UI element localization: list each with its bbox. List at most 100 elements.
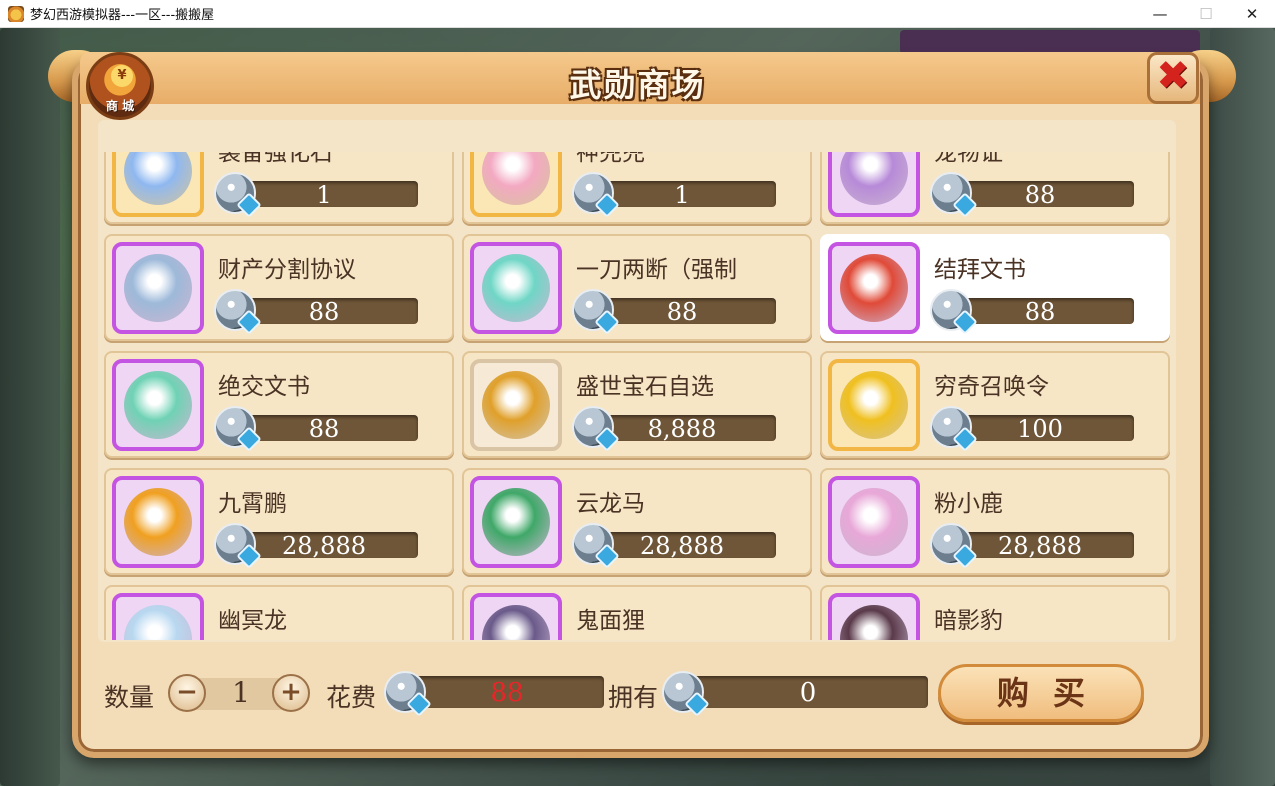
item-icon-frame [828, 476, 920, 568]
item-icon-frame [112, 593, 204, 640]
item-image-icon [482, 488, 550, 556]
item-list-viewport[interactable]: 装备强化石 1 神兜兜 1 宠物证 88 财产分割协议 88 一刀两断（强制 88 结拜文书 88 绝交… [104, 152, 1174, 640]
item-name: 结拜文书 [934, 257, 1026, 283]
scene-decoration [0, 28, 60, 786]
item-name: 云龙马 [576, 491, 645, 517]
shop-item-card[interactable]: 绝交文书 88 [104, 351, 454, 458]
item-image-icon [482, 371, 550, 439]
item-icon-frame [470, 476, 562, 568]
silver-gem-icon [930, 406, 972, 448]
item-name: 穷奇召唤令 [934, 374, 1049, 400]
item-icon-frame [828, 593, 920, 640]
item-image-icon [482, 254, 550, 322]
scene-decoration [900, 30, 1200, 54]
item-grid: 装备强化石 1 神兜兜 1 宠物证 88 财产分割协议 88 一刀两断（强制 88 结拜文书 88 绝交… [104, 152, 1174, 640]
item-image-icon [840, 254, 908, 322]
item-icon-frame [112, 359, 204, 451]
item-name: 九霄鹏 [218, 491, 287, 517]
item-icon-frame [112, 152, 204, 217]
maximize-button[interactable]: ☐ [1183, 0, 1229, 28]
app-icon [8, 5, 24, 22]
shop-item-card[interactable]: 结拜文书 88 [820, 234, 1170, 341]
item-icon-frame [828, 359, 920, 451]
silver-gem-icon [214, 523, 256, 565]
item-icon-frame [112, 242, 204, 334]
silver-gem-icon [662, 671, 704, 713]
item-name: 装备强化石 [218, 152, 333, 166]
mall-badge-icon: ¥ 商 城 [86, 52, 154, 120]
shop-item-card[interactable]: 云龙马 28,888 [462, 468, 812, 575]
item-icon-frame [470, 593, 562, 640]
silver-gem-icon [572, 406, 614, 448]
scene-decoration [1210, 28, 1275, 786]
coin-bag-icon: ¥ [111, 65, 133, 87]
shop-item-card[interactable]: 盛世宝石自选 8,888 [462, 351, 812, 458]
shop-item-card[interactable]: 暗影豹 [820, 585, 1170, 640]
item-icon-frame [828, 152, 920, 217]
item-image-icon [124, 371, 192, 439]
item-image-icon [482, 152, 550, 205]
item-name: 鬼面狸 [576, 608, 645, 634]
item-icon-frame [470, 359, 562, 451]
shop-item-card[interactable]: 财产分割协议 88 [104, 234, 454, 341]
silver-gem-icon [930, 172, 972, 214]
silver-gem-icon [930, 289, 972, 331]
silver-gem-icon [214, 406, 256, 448]
window-close-button[interactable]: ✕ [1229, 0, 1275, 28]
purchase-bar: 数量 − 1 + 花费 88 拥有 0 购买 [104, 664, 1164, 722]
shop-item-card[interactable]: 幽冥龙 [104, 585, 454, 640]
item-image-icon [840, 605, 908, 640]
item-name: 宠物证 [934, 152, 1003, 166]
shop-item-card[interactable]: 宠物证 88 [820, 152, 1170, 224]
owned-label: 拥有 [608, 683, 659, 712]
item-image-icon [124, 152, 192, 205]
quantity-minus-button[interactable]: − [168, 674, 206, 712]
owned-value: 0 [799, 678, 817, 708]
item-image-icon [840, 152, 908, 205]
silver-gem-icon [930, 523, 972, 565]
shop-close-button[interactable]: ✖ [1147, 52, 1199, 104]
buy-button[interactable]: 购买 [938, 664, 1144, 722]
item-icon-frame [828, 242, 920, 334]
silver-gem-icon [572, 289, 614, 331]
silver-gem-icon [384, 671, 426, 713]
item-name: 粉小鹿 [934, 491, 1003, 517]
shop-item-card[interactable]: 一刀两断（强制 88 [462, 234, 812, 341]
mall-badge-label: 商 城 [105, 99, 135, 113]
item-name: 暗影豹 [934, 608, 1003, 634]
shop-item-card[interactable]: 穷奇召唤令 100 [820, 351, 1170, 458]
item-image-icon [482, 605, 550, 640]
item-icon-frame [470, 242, 562, 334]
item-image-icon [124, 488, 192, 556]
cost-field: 88 [410, 676, 604, 708]
silver-gem-icon [572, 523, 614, 565]
cost-label: 花费 [326, 683, 377, 712]
silver-gem-icon [214, 289, 256, 331]
quantity-plus-button[interactable]: + [272, 674, 310, 712]
item-name: 盛世宝石自选 [576, 374, 714, 400]
item-name: 财产分割协议 [218, 257, 356, 283]
item-image-icon [840, 371, 908, 439]
item-name: 绝交文书 [218, 374, 310, 400]
silver-gem-icon [572, 172, 614, 214]
quantity-value: 1 [232, 676, 250, 709]
item-name: 幽冥龙 [218, 608, 287, 634]
window-title: 梦幻西游模拟器---一区---搬搬屋 [30, 8, 215, 23]
shop-item-card[interactable]: 粉小鹿 28,888 [820, 468, 1170, 575]
item-name: 一刀两断（强制 [576, 257, 737, 283]
item-icon-frame [470, 152, 562, 217]
window-titlebar: 梦幻西游模拟器---一区---搬搬屋 — ☐ ✕ [0, 0, 1275, 28]
cost-value: 88 [490, 678, 524, 708]
quantity-label: 数量 [104, 683, 155, 712]
item-image-icon [840, 488, 908, 556]
shop-item-card[interactable]: 鬼面狸 [462, 585, 812, 640]
item-image-icon [124, 254, 192, 322]
minimize-button[interactable]: — [1137, 0, 1183, 28]
item-image-icon [124, 605, 192, 640]
shop-item-card[interactable]: 神兜兜 1 [462, 152, 812, 224]
shop-item-card[interactable]: 九霄鹏 28,888 [104, 468, 454, 575]
item-name: 神兜兜 [576, 152, 645, 166]
shop-item-card[interactable]: 装备强化石 1 [104, 152, 454, 224]
shop-title: 武勋商场 [569, 66, 706, 104]
silver-gem-icon [214, 172, 256, 214]
